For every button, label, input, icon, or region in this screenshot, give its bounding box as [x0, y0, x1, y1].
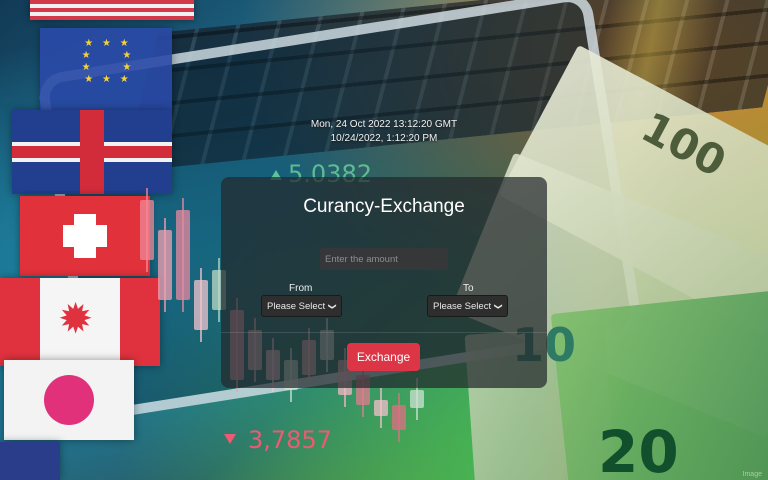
- exchange-panel: Curancy-Exchange From To Please Select ❯…: [221, 177, 547, 388]
- chart-lower-value: 3,7857: [248, 426, 332, 454]
- japan-flag-icon: [4, 360, 134, 440]
- chevron-down-icon: ❯: [493, 302, 503, 310]
- utc-time: Mon, 24 Oct 2022 13:12:20 GMT: [310, 119, 458, 130]
- australia-flag-icon: [0, 442, 60, 480]
- swiss-flag-icon: [20, 196, 150, 276]
- banknote-20-label: 20: [598, 418, 679, 480]
- to-currency-select-value: Please Select: [433, 300, 492, 312]
- eu-stars-icon: ★ ★ ★ ★ ★ ★ ★ ★ ★ ★: [81, 38, 135, 85]
- exchange-button[interactable]: Exchange: [347, 343, 420, 371]
- candle-body: [374, 400, 388, 416]
- candle-body: [140, 200, 154, 260]
- page-title: Curancy-Exchange: [303, 196, 465, 217]
- from-label: From: [289, 283, 313, 294]
- amount-input[interactable]: [320, 248, 448, 270]
- from-currency-select-value: Please Select: [267, 300, 326, 312]
- candle-body: [194, 280, 208, 330]
- down-arrow-icon: [224, 434, 236, 444]
- candle-body: [158, 230, 172, 300]
- to-label: To: [463, 283, 474, 294]
- canada-flag-icon: ✹: [0, 278, 160, 366]
- candle-body: [392, 405, 406, 430]
- image-watermark: Image: [742, 471, 762, 478]
- candle-body: [410, 390, 424, 408]
- candle-body: [176, 210, 190, 300]
- to-currency-select[interactable]: Please Select ❯: [427, 295, 508, 317]
- us-flag-icon: [30, 0, 194, 20]
- from-currency-select[interactable]: Please Select ❯: [261, 295, 342, 317]
- local-time: 10/24/2022, 1:12:20 PM: [330, 133, 438, 144]
- chevron-down-icon: ❯: [327, 302, 337, 310]
- divider: [221, 332, 547, 333]
